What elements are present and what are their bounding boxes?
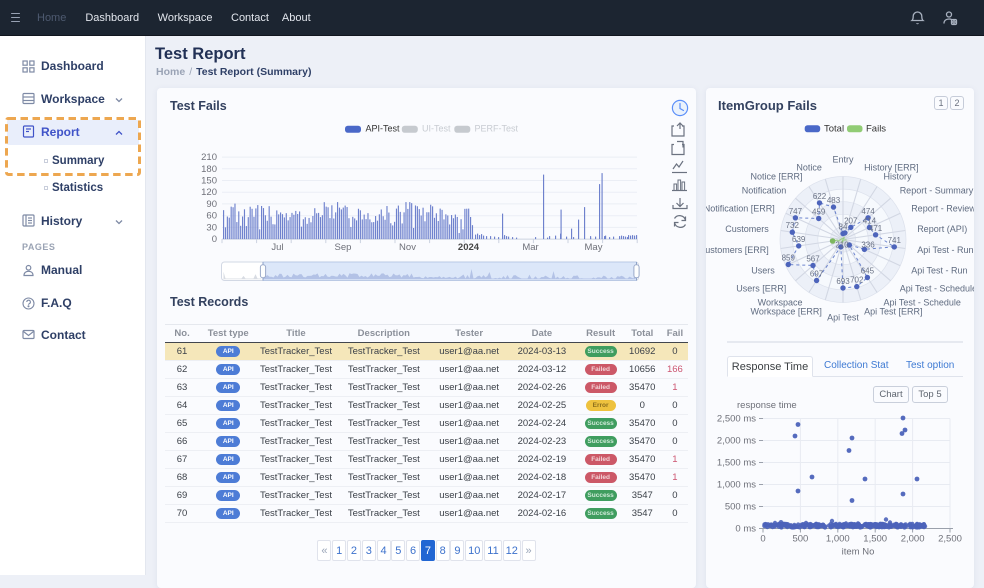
svg-text:732: 732 [786,221,800,230]
svg-text:645: 645 [861,267,875,276]
svg-text:207: 207 [844,216,858,225]
svg-text:Report (API): Report (API) [917,224,967,234]
svg-text:1,500: 1,500 [863,534,887,545]
svg-text:483: 483 [827,196,841,205]
svg-text:0: 0 [760,534,765,545]
svg-text:Sep: Sep [335,242,352,253]
svg-text:567: 567 [806,255,820,264]
svg-text:741: 741 [888,236,902,245]
svg-text:Api Test - Schedule: Api Test - Schedule [900,284,974,294]
svg-text:Notification: Notification [742,185,787,195]
svg-text:Report - Summary: Report - Summary [900,185,974,195]
svg-text:Total: Total [824,124,844,135]
svg-text:Report - Review: Report - Review [911,203,974,213]
svg-text:response time: response time [737,400,797,411]
svg-text:Customers: Customers [725,224,769,234]
svg-text:2,500 ms: 2,500 ms [717,414,756,425]
svg-text:120: 120 [201,187,217,198]
svg-text:Workspace: Workspace [758,298,803,308]
svg-text:474: 474 [861,207,875,216]
svg-text:180: 180 [201,164,217,175]
svg-text:API-Test: API-Test [366,124,401,134]
svg-text:Notification [ERR]: Notification [ERR] [706,203,775,213]
svg-text:500 ms: 500 ms [725,502,756,513]
svg-text:693: 693 [836,277,850,286]
svg-text:Notice: Notice [796,163,822,173]
svg-text:History: History [884,171,913,181]
svg-text:2,500: 2,500 [938,534,962,545]
svg-text:0: 0 [212,234,217,245]
svg-text:Api Test - Run: Api Test - Run [911,266,967,276]
svg-text:Users [ERR]: Users [ERR] [736,284,786,294]
svg-text:Users: Users [751,266,775,276]
svg-text:Nov: Nov [399,242,416,253]
svg-text:Workspace [ERR]: Workspace [ERR] [751,307,822,317]
svg-text:471: 471 [869,224,883,233]
svg-text:702: 702 [850,276,864,285]
svg-text:Api Test - Run: Api Test - Run [917,245,973,255]
svg-text:Entry: Entry [832,155,854,165]
svg-text:210: 210 [835,241,849,250]
svg-text:90: 90 [206,199,217,210]
svg-text:1,500 ms: 1,500 ms [717,458,756,469]
svg-text:Mar: Mar [522,242,538,253]
svg-text:Customers [ERR]: Customers [ERR] [706,245,769,255]
svg-text:697: 697 [810,270,824,279]
svg-text:Api Test [ERR]: Api Test [ERR] [864,307,922,317]
svg-text:459: 459 [812,208,826,217]
svg-text:30: 30 [206,222,217,233]
svg-text:item No: item No [842,547,875,558]
svg-text:Fails: Fails [866,124,886,135]
svg-text:60: 60 [206,211,217,222]
svg-text:210: 210 [201,152,217,163]
svg-text:Api Test: Api Test [827,313,859,323]
svg-text:0 ms: 0 ms [735,524,756,535]
svg-text:2,000 ms: 2,000 ms [717,436,756,447]
svg-text:150: 150 [201,176,217,187]
svg-text:2024: 2024 [458,242,480,253]
svg-text:747: 747 [789,207,803,216]
svg-text:1,000: 1,000 [826,534,850,545]
svg-text:Notice [ERR]: Notice [ERR] [750,171,802,181]
svg-text:1,000 ms: 1,000 ms [717,480,756,491]
svg-text:336: 336 [861,241,875,250]
svg-text:2,000: 2,000 [901,534,925,545]
svg-text:May: May [585,242,603,253]
svg-text:639: 639 [792,235,806,244]
svg-text:UI-Test: UI-Test [422,124,451,134]
svg-text:PERF-Test: PERF-Test [475,124,519,134]
svg-text:859: 859 [782,254,796,263]
svg-text:500: 500 [792,534,808,545]
svg-text:Jul: Jul [271,242,283,253]
svg-text:622: 622 [813,192,827,201]
